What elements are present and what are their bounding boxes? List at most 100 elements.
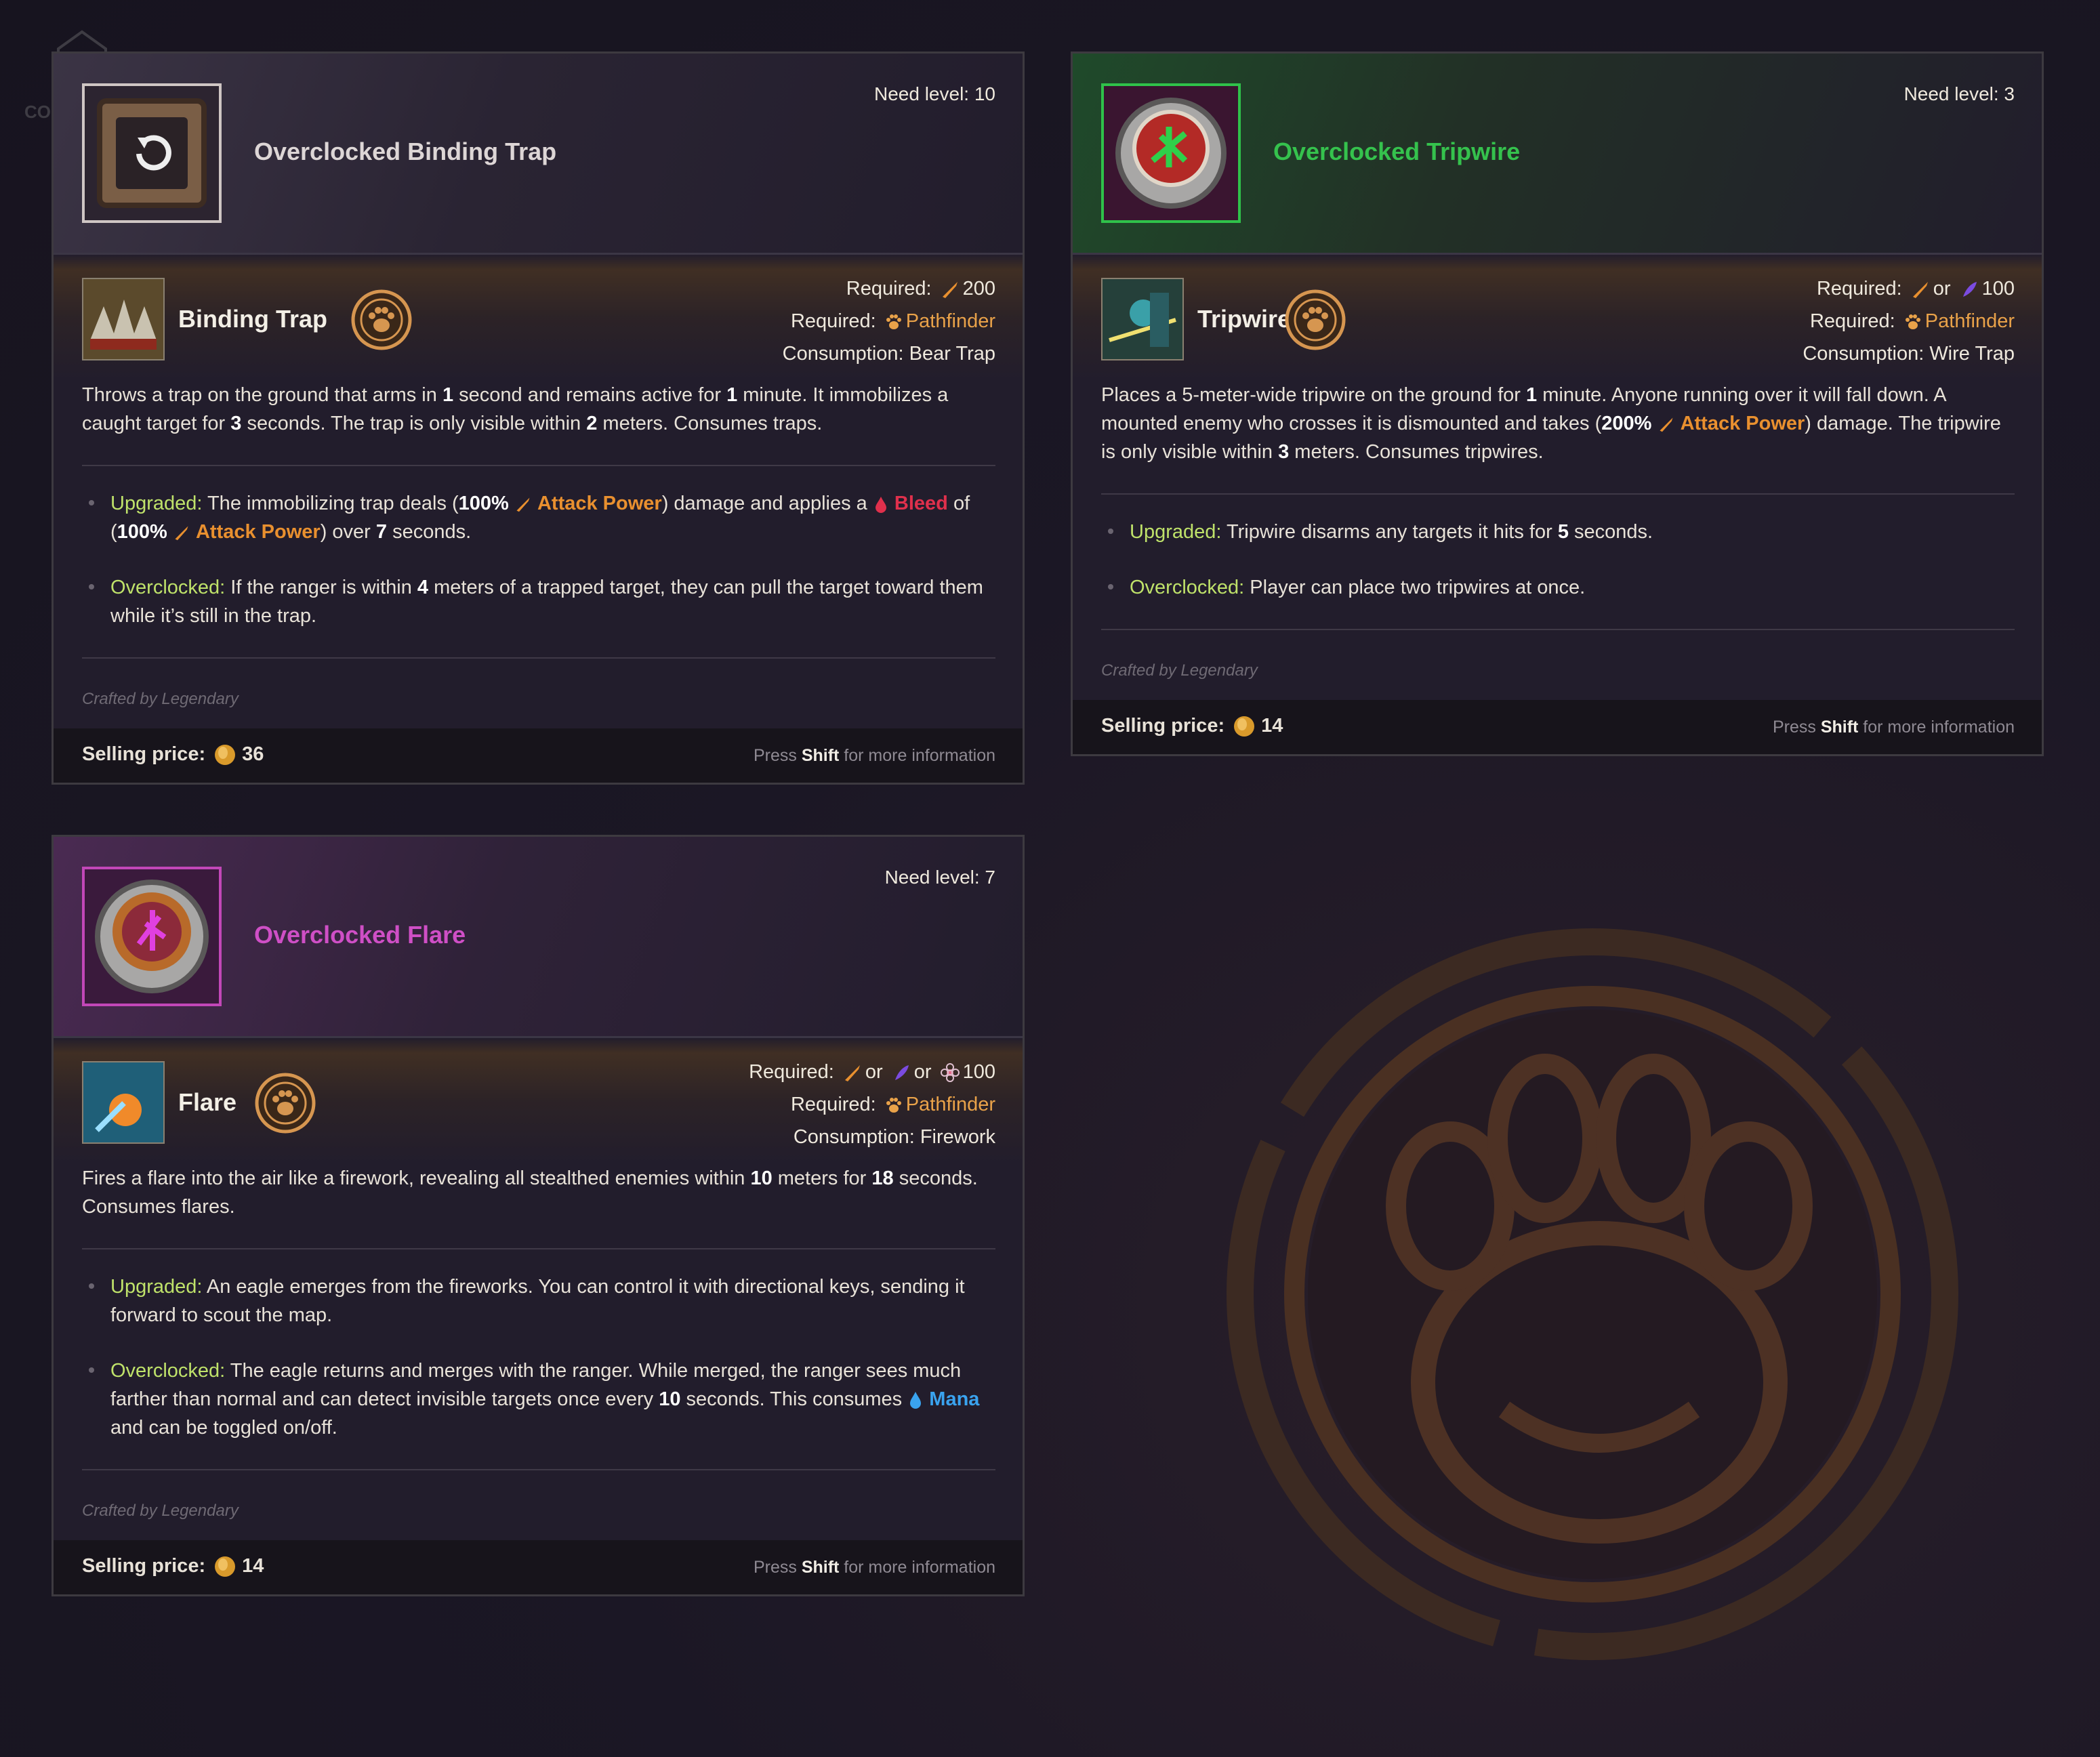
healing-power-flower-icon: [940, 1063, 960, 1083]
crafted-by: Crafted by Legendary: [82, 1502, 239, 1520]
magic-power-feather-icon: [1962, 282, 1977, 297]
attack-power-sword-icon: [844, 1065, 860, 1082]
selling-price: Selling price: 14: [82, 1555, 264, 1578]
upgrade-list: Upgraded: The immobilizing trap deals (1…: [82, 489, 995, 630]
item-tooltip-tripwire: Overclocked Tripwire Need level: 3 Tripw…: [1071, 51, 2044, 756]
item-title: Overclocked Binding Trap: [254, 138, 557, 165]
or-text: or: [1933, 278, 1951, 299]
shift-hint: Press Shift for more information: [753, 1558, 995, 1577]
requirements: Required: or 100 Required: Pathfinder Co…: [1803, 272, 2015, 370]
item-title: Overclocked Flare: [254, 921, 466, 949]
attack-power-sword-icon: [175, 526, 188, 541]
flare-skill-icon: [83, 1062, 163, 1142]
binding-trap-rune-icon: [97, 98, 207, 208]
crafted-by: Crafted by Legendary: [1101, 661, 1258, 680]
attack-power-sword-icon: [1912, 282, 1928, 299]
tooltip-footer: Selling price: 36 Press Shift for more in…: [54, 728, 1023, 783]
selling-price: Selling price: 14: [1101, 715, 1283, 738]
skill-icon-binding-trap[interactable]: [82, 278, 165, 360]
or-text: or: [913, 1061, 932, 1083]
req-label: Required:: [790, 310, 876, 332]
item-icon-binding-trap[interactable]: [82, 83, 222, 223]
gold-coin-icon: [1234, 716, 1255, 737]
overclocked-effect: Overclocked: Player can place two tripwi…: [1101, 573, 2015, 602]
tooltip-footer: Selling price: 14 Press Shift for more in…: [54, 1540, 1023, 1594]
attack-power-sword-icon: [942, 282, 958, 299]
upgrade-list: Upgraded: An eagle emerges from the fire…: [82, 1273, 995, 1442]
divider: [82, 465, 995, 466]
class-requirement: Pathfinder: [905, 1094, 995, 1115]
req-label: Required:: [846, 278, 932, 299]
requirements: Required: 200 Required: Pathfinder Consu…: [783, 272, 995, 370]
need-level: Need level: 10: [873, 83, 995, 104]
consumption: Consumption: Firework: [793, 1126, 995, 1148]
req-label: Required:: [1816, 278, 1902, 299]
skill-icon-flare[interactable]: [82, 1061, 165, 1144]
skill-section: Binding Trap Required: 200 Required: Pat…: [54, 255, 1023, 381]
tooltip-footer: Selling price: 14 Press Shift for more in…: [1073, 700, 2042, 754]
mana-drop-icon: [910, 1392, 922, 1409]
shift-hint: Press Shift for more information: [1772, 718, 2015, 737]
attack-power-sword-icon: [1659, 417, 1673, 432]
paw-icon: [886, 1098, 901, 1113]
class-requirement: Pathfinder: [1924, 310, 2015, 332]
divider: [1101, 493, 2015, 495]
bleed-icon: [875, 497, 886, 514]
magic-power-feather-icon: [894, 1065, 909, 1081]
req-value: 100: [962, 1061, 995, 1083]
tripwire-rune-icon: [1115, 98, 1227, 209]
gold-coin-icon: [215, 1556, 236, 1577]
selling-price: Selling price: 36: [82, 743, 264, 766]
divider: [82, 657, 995, 659]
item-icon-flare[interactable]: [82, 867, 222, 1006]
skill-description: Fires a flare into the air like a firewo…: [82, 1167, 978, 1218]
skill-name: Flare: [178, 1088, 237, 1116]
item-header: Overclocked Binding Trap Need level: 10: [54, 54, 1023, 255]
upgraded-effect: Upgraded: Tripwire disarms any targets i…: [1101, 518, 2015, 546]
paw-icon: [1905, 314, 1920, 330]
skill-name: Binding Trap: [178, 305, 327, 333]
gold-coin-icon: [215, 745, 236, 766]
req-label: Required:: [790, 1094, 876, 1115]
divider: [82, 1248, 995, 1249]
pathfinder-class-icon: [1285, 289, 1346, 350]
class-requirement: Pathfinder: [905, 310, 995, 332]
skill-name: Tripwire: [1197, 305, 1292, 333]
item-tooltip-binding-trap: Overclocked Binding Trap Need level: 10 …: [52, 51, 1025, 785]
item-header: Overclocked Flare Need level: 7: [54, 837, 1023, 1038]
skill-description: Places a 5-meter-wide tripwire on the gr…: [1101, 384, 2001, 463]
skill-description: Throws a trap on the ground that arms in…: [82, 384, 949, 434]
item-header: Overclocked Tripwire Need level: 3: [1073, 54, 2042, 255]
upgraded-effect: Upgraded: An eagle emerges from the fire…: [82, 1273, 995, 1329]
paw-icon: [886, 314, 901, 330]
item-icon-tripwire[interactable]: [1101, 83, 1241, 223]
upgrade-list: Upgraded: Tripwire disarms any targets i…: [1101, 518, 2015, 602]
pathfinder-class-icon: [351, 289, 412, 350]
item-tooltip-flare: Overclocked Flare Need level: 7 Flare Re…: [52, 835, 1025, 1596]
consumption: Consumption: Bear Trap: [782, 343, 995, 365]
divider: [1101, 629, 2015, 630]
pathfinder-class-icon: [255, 1073, 316, 1134]
divider: [82, 1469, 995, 1470]
bear-trap-icon: [83, 279, 163, 359]
skill-section: Flare Required: or or 100 Required: Path…: [54, 1038, 1023, 1164]
skill-icon-tripwire[interactable]: [1101, 278, 1184, 360]
or-text: or: [865, 1061, 883, 1083]
pathfinder-paw-emblem-background: [1227, 928, 1958, 1660]
req-value: 200: [962, 278, 995, 299]
req-value: 100: [1981, 278, 2015, 299]
req-label: Required:: [1809, 310, 1895, 332]
tripwire-skill-icon: [1103, 279, 1182, 359]
overclocked-effect: Overclocked: The eagle returns and merge…: [82, 1357, 995, 1442]
item-title: Overclocked Tripwire: [1273, 138, 1521, 165]
attack-power-sword-icon: [516, 497, 530, 512]
overclocked-effect: Overclocked: If the ranger is within 4 m…: [82, 573, 995, 630]
shift-hint: Press Shift for more information: [753, 746, 995, 765]
flare-rune-icon: [95, 880, 209, 993]
consumption: Consumption: Wire Trap: [1803, 343, 2015, 365]
skill-section: Tripwire Required: or 100 Required: Path…: [1073, 255, 2042, 381]
req-label: Required:: [749, 1061, 834, 1083]
need-level: Need level: 3: [1903, 83, 2015, 104]
need-level: Need level: 7: [884, 867, 995, 888]
crafted-by: Crafted by Legendary: [82, 690, 239, 708]
